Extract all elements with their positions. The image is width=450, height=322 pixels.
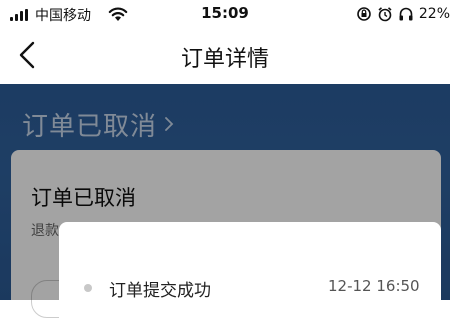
- order-timeline-sheet: [59, 222, 441, 322]
- headphones-icon: [399, 7, 413, 21]
- status-icons: 22%: [356, 4, 450, 24]
- timeline-item-label: 订单提交成功: [109, 281, 211, 301]
- status-bar: 中国移动 15:09 22%: [0, 0, 450, 28]
- timeline-item-time: 12-12 16:50: [328, 277, 420, 295]
- timeline-dot: [84, 284, 92, 292]
- page-title: 订单详情: [180, 47, 269, 72]
- alarm-icon: [378, 7, 392, 22]
- battery-percent: 22%: [418, 6, 450, 22]
- nav-bar: 订单详情: [0, 28, 450, 84]
- rotation-lock-icon: [357, 7, 371, 21]
